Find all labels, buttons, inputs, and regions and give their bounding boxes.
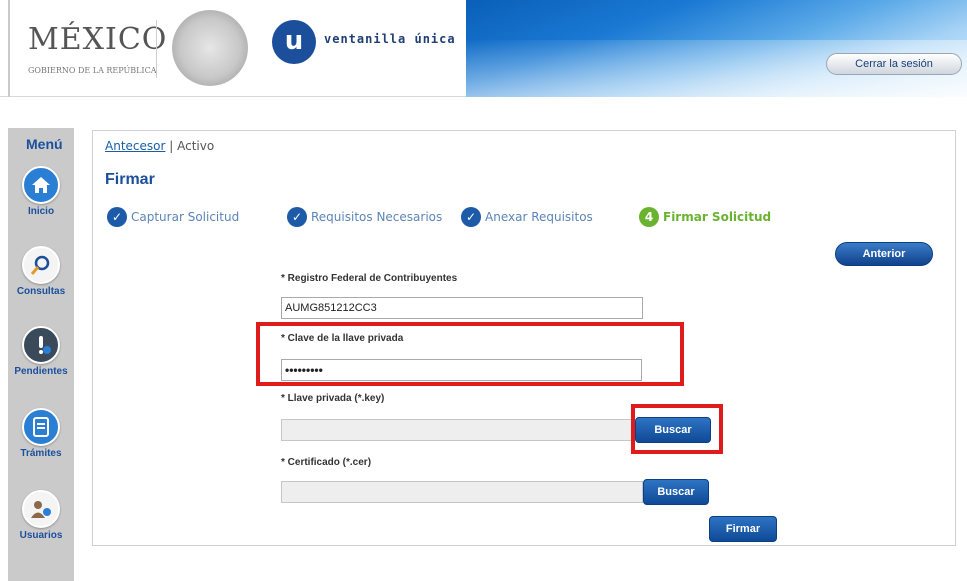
app-name: ventanilla única [324,32,456,46]
sidebar-item-tramites[interactable]: Trámites [8,408,74,459]
step-firmar-solicitud: 4 Firmar Solicitud [639,207,771,227]
highlight-buscar-box [631,404,723,454]
search-icon [22,246,60,284]
sidebar-item-pendientes[interactable]: Pendientes [8,326,74,377]
sidebar-item-label: Usuarios [19,530,63,541]
mexico-logo-subtitle: GOBIERNO DE LA REPÚBLICA [28,66,157,75]
certificado-label: * Certificado (*.cer) [281,457,372,468]
sidebar-item-usuarios[interactable]: Usuarios [8,490,74,541]
step-anexar-requisitos[interactable]: ✓ Anexar Requisitos [461,207,593,227]
breadcrumb: Antecesor | Activo [105,139,214,153]
sidebar-menu: Menú Inicio Consultas Pendientes Trámite… [8,128,74,581]
certificado-file-input[interactable] [281,481,643,503]
home-icon [22,166,60,204]
logo-divider [156,20,157,78]
highlight-clave-box [256,322,684,386]
page-title: Firmar [105,171,155,188]
sidebar-item-label: Inicio [27,206,55,217]
anterior-button[interactable]: Anterior [835,242,933,266]
sidebar-item-consultas[interactable]: Consultas [8,246,74,297]
left-edge-divider [8,0,10,97]
firmar-button[interactable]: Firmar [709,516,777,542]
rfc-label: * Registro Federal de Contribuyentes [281,273,458,284]
rfc-input[interactable]: AUMG851212CC3 [281,297,643,319]
buscar-cer-button[interactable]: Buscar [643,479,709,505]
national-seal-icon [172,10,248,86]
check-icon: ✓ [107,207,127,227]
breadcrumb-current: Activo [177,139,215,153]
pending-icon [22,326,60,364]
users-icon [22,490,60,528]
check-icon: ✓ [461,207,481,227]
llave-privada-label: * Llave privada (*.key) [281,393,385,404]
sidebar-item-inicio[interactable]: Inicio [8,166,74,217]
step-number-icon: 4 [639,207,659,227]
sidebar-item-label: Pendientes [14,366,68,377]
document-icon [22,408,60,446]
step-label: Requisitos Necesarios [311,210,443,224]
step-capturar-solicitud[interactable]: ✓ Capturar Solicitud [107,207,239,227]
menu-title: Menú [26,136,63,152]
step-requisitos-necesarios[interactable]: ✓ Requisitos Necesarios [287,207,442,227]
breadcrumb-separator: | [169,139,174,153]
sidebar-item-label: Trámites [20,448,62,459]
breadcrumb-link-antecesor[interactable]: Antecesor [105,139,165,153]
ventanilla-logo-icon: u [272,20,316,64]
step-label: Anexar Requisitos [485,210,593,224]
check-icon: ✓ [287,207,307,227]
logout-button[interactable]: Cerrar la sesión [826,53,962,75]
llave-privada-file-input[interactable] [281,419,633,441]
sidebar-item-label: Consultas [16,286,66,297]
step-label: Capturar Solicitud [131,210,240,224]
step-label: Firmar Solicitud [663,210,772,224]
mexico-logo-title: MÉXICO [28,22,168,57]
